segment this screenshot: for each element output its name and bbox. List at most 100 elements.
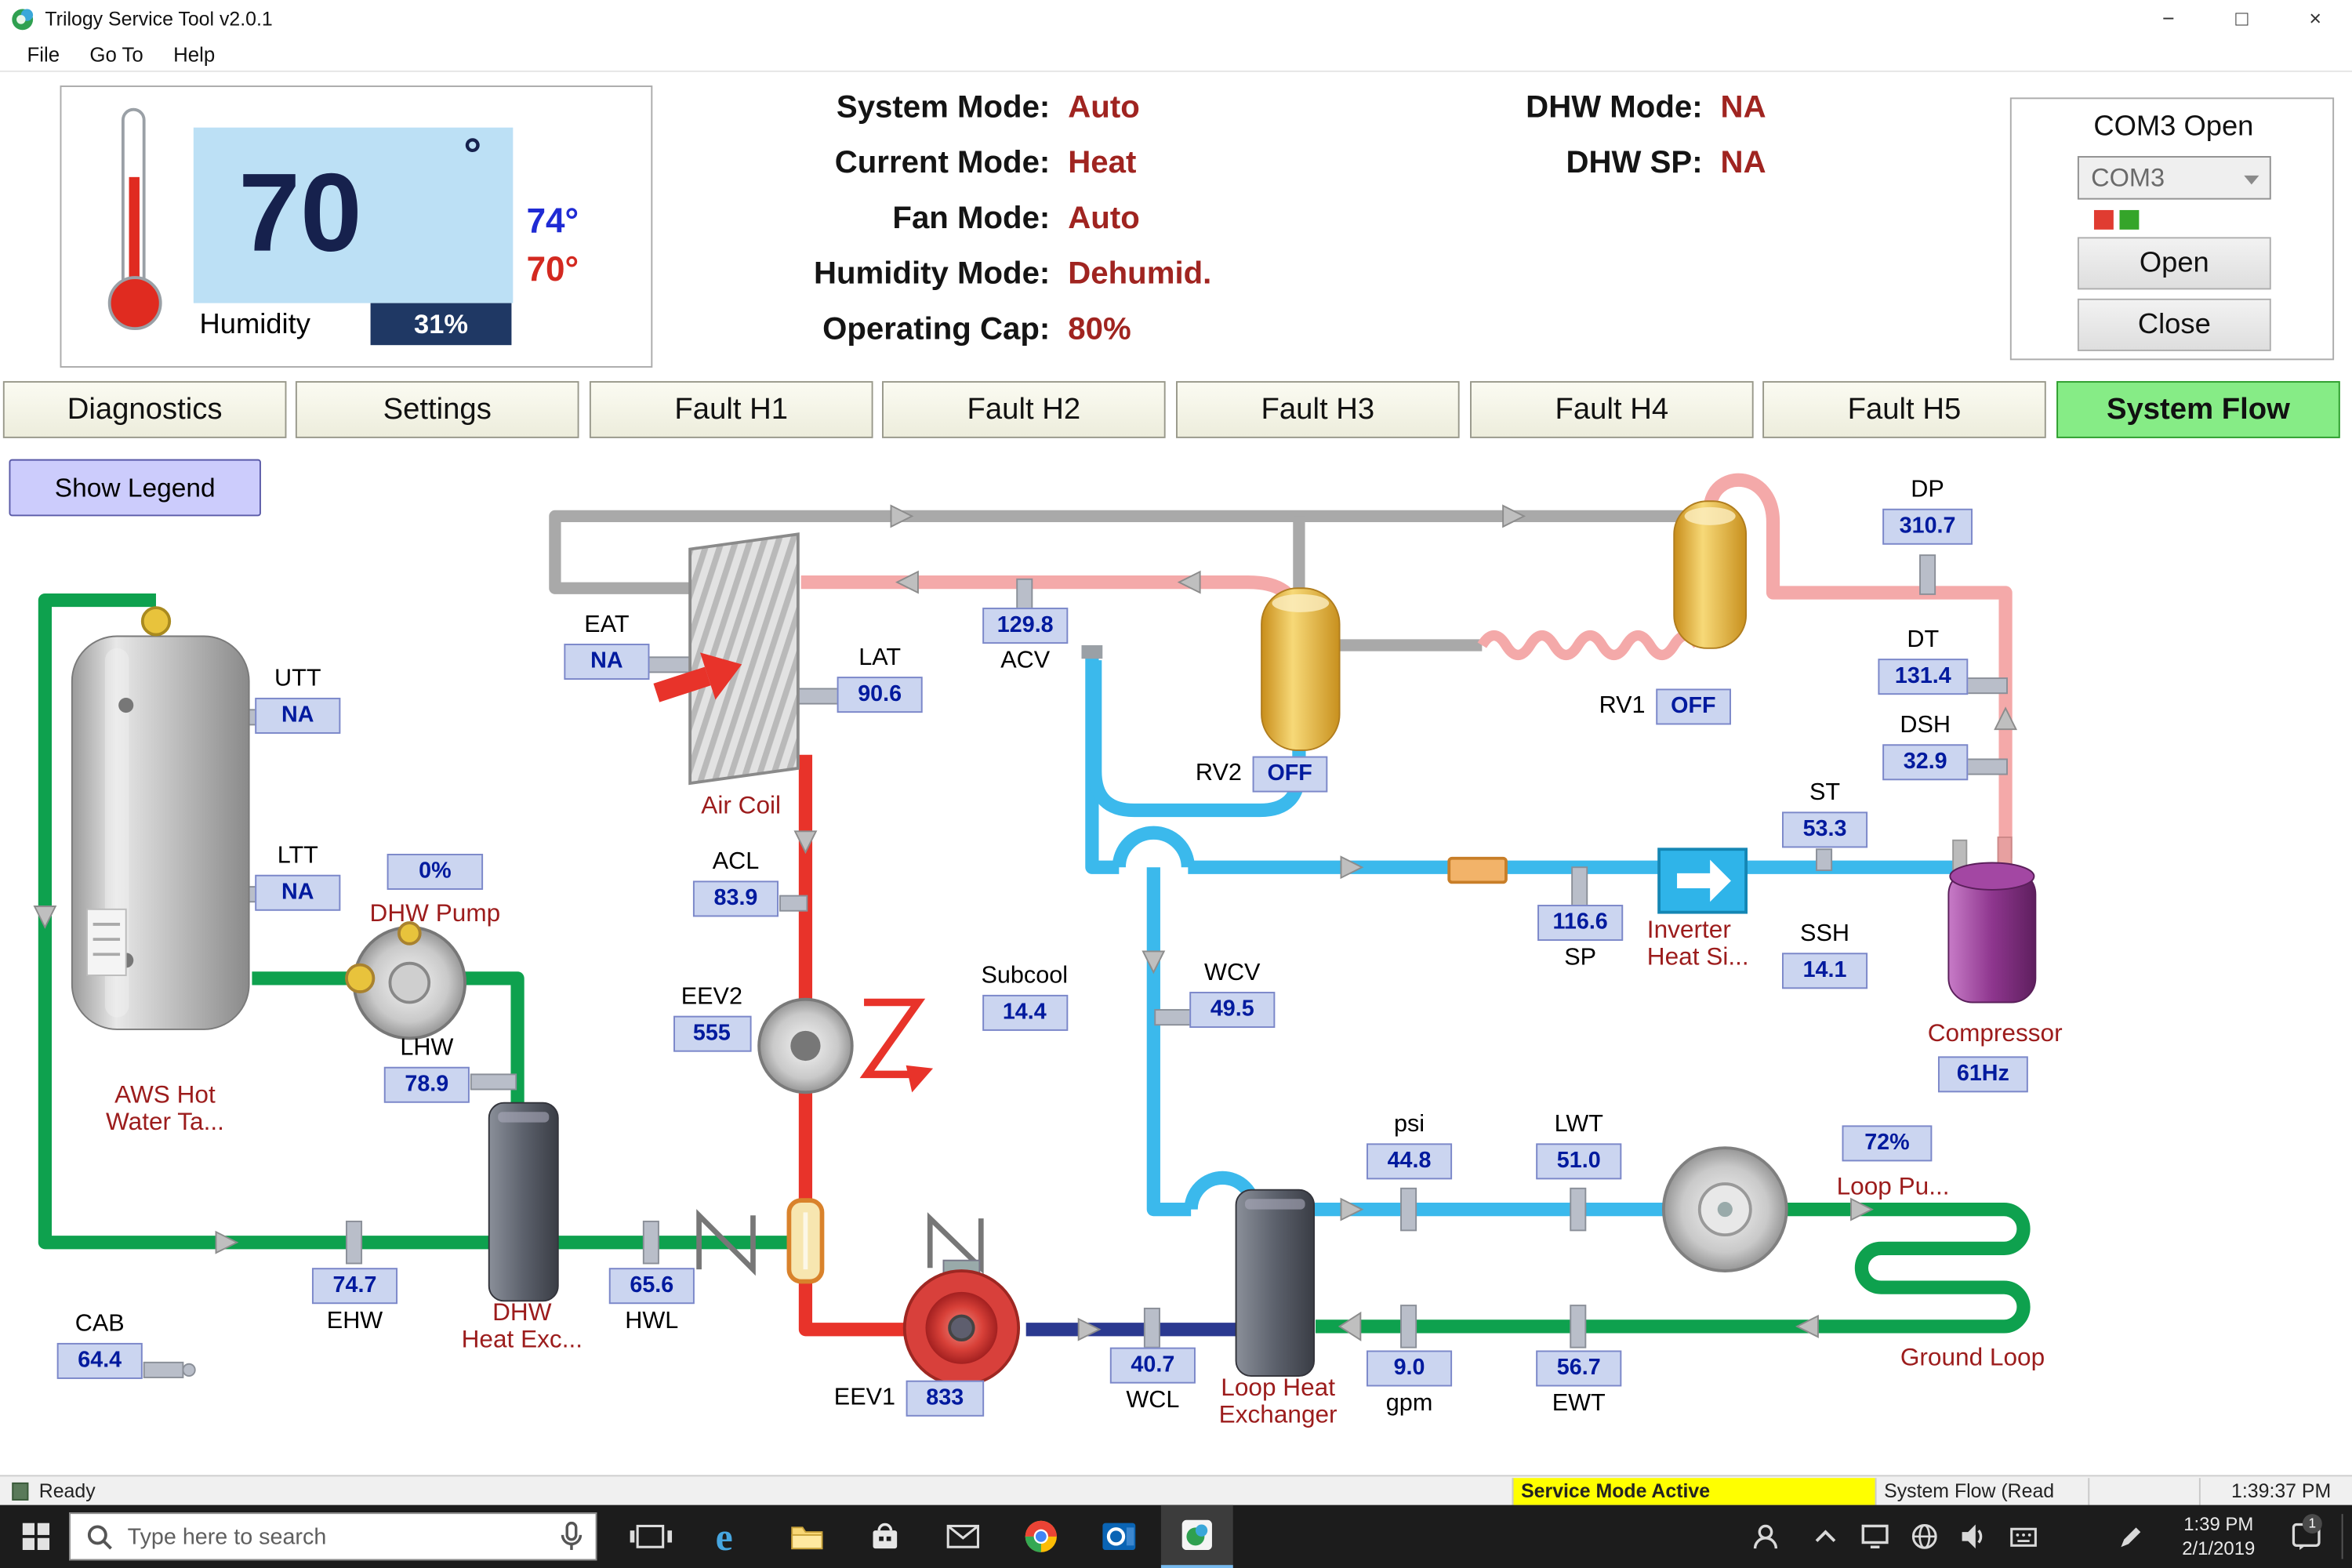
tank-graphic (72, 608, 249, 1029)
ground-loop-caption: Ground Loop (1884, 1345, 2061, 1371)
close-icon[interactable]: × (2278, 0, 2352, 38)
tab-fault-h4[interactable]: Fault H4 (1470, 381, 1754, 438)
pen-icon[interactable] (2106, 1505, 2157, 1568)
volume-icon[interactable] (1948, 1505, 1999, 1568)
store-icon[interactable] (849, 1505, 921, 1568)
maximize-icon[interactable]: □ (2205, 0, 2279, 38)
inverter-caption: Inverter Heat Si... (1647, 916, 1785, 971)
current-mode-label: Current Mode: (645, 146, 1051, 182)
sensor-eev1: EEV1 833 (834, 1381, 984, 1417)
dhw-sp-label: DHW SP: (1395, 146, 1702, 182)
mode-status-block: System Mode:Auto Current Mode:Heat Fan M… (645, 90, 1212, 368)
dhw-status-block: DHW Mode: NA DHW SP: NA (1395, 90, 1766, 201)
com-status-green-led (2119, 210, 2139, 230)
current-mode-value: Heat (1068, 146, 1136, 182)
menu-file[interactable]: File (12, 37, 74, 71)
sensor-cab: CAB 64.4 (57, 1312, 143, 1379)
dhw-hx-graphic (489, 1103, 558, 1301)
display-icon[interactable] (1849, 1505, 1900, 1568)
clock-date: 2/1/2019 (2169, 1537, 2268, 1561)
eev2-graphic (759, 1000, 933, 1093)
fan-mode-value: Auto (1068, 201, 1140, 237)
pipes-gray (555, 516, 1683, 645)
temperature-display: 70 ° (194, 128, 514, 303)
mail-icon[interactable] (927, 1505, 999, 1568)
chrome-icon[interactable] (1005, 1505, 1077, 1568)
humidity-mode-label: Humidity Mode: (645, 256, 1051, 292)
inverter-graphic (1659, 849, 1746, 912)
menu-goto[interactable]: Go To (74, 37, 158, 71)
status-service-mode: Service Mode Active (1512, 1478, 1875, 1504)
menu-help[interactable]: Help (158, 37, 230, 71)
edge-icon[interactable]: e (693, 1505, 765, 1568)
compressor-graphic (1948, 837, 2035, 1003)
file-explorer-icon[interactable] (771, 1505, 843, 1568)
sensor-dp: DP 310.7 (1882, 477, 1973, 545)
taskbar-clock[interactable]: 1:39 PM 2/1/2019 (2169, 1512, 2268, 1560)
com-close-button[interactable]: Close (2078, 299, 2271, 351)
tab-fault-h2[interactable]: Fault H2 (882, 381, 1166, 438)
sensor-hwl: HWL 65.6 (609, 1268, 695, 1335)
dhw-sp-value: NA (1721, 146, 1766, 182)
tray-expand-icon[interactable] (1800, 1505, 1851, 1568)
sensor-wcl: WCL 40.7 (1110, 1348, 1196, 1415)
sensor-wcv: WCV 49.5 (1189, 960, 1275, 1028)
touch-keyboard-icon[interactable] (1998, 1505, 2049, 1568)
com-status-red-led (2094, 210, 2114, 230)
show-legend-button[interactable]: Show Legend (9, 459, 260, 517)
dhw-hx-caption: DHW Heat Exc... (441, 1299, 604, 1353)
sensor-rv1: RV1 OFF (1599, 688, 1731, 724)
tab-diagnostics[interactable]: Diagnostics (3, 381, 287, 438)
sensor-subcool: Subcool 14.4 (972, 964, 1077, 1031)
trilogy-app-icon[interactable] (1161, 1505, 1233, 1568)
search-input[interactable] (69, 1512, 597, 1560)
task-view-icon[interactable] (615, 1505, 687, 1568)
com-port-value: COM3 (2091, 164, 2165, 192)
eev1-graphic (905, 1261, 1018, 1385)
loop-hx-caption: Loop Heat Exchanger (1200, 1374, 1356, 1428)
system-mode-value: Auto (1068, 90, 1140, 126)
start-button[interactable] (0, 1505, 72, 1568)
muffler-rv2-graphic (1261, 588, 1339, 750)
com-open-button[interactable]: Open (2078, 237, 2271, 289)
show-desktop-button[interactable] (2342, 1514, 2343, 1559)
com-port-select[interactable]: COM3 (2078, 156, 2271, 200)
tab-system-flow[interactable]: System Flow (2056, 381, 2340, 438)
current-temperature: 70 (238, 131, 361, 296)
sight-glass-graphic (789, 1200, 822, 1281)
sensor-rv2: RV2 OFF (1196, 757, 1327, 793)
tab-fault-h5[interactable]: Fault H5 (1762, 381, 2046, 438)
microphone-icon[interactable] (558, 1522, 585, 1553)
dhw-mode-label: DHW Mode: (1395, 90, 1702, 126)
menu-bar: File Go To Help (0, 38, 2352, 72)
tank-caption: AWS Hot Water Ta... (75, 1082, 256, 1136)
sensor-dt: DT 131.4 (1878, 627, 1968, 695)
status-spacer (2088, 1478, 2199, 1504)
dhw-pump-caption: DHW Pump (354, 900, 517, 927)
status-time: 1:39:37 PM (2199, 1478, 2343, 1504)
chevron-down-icon (2244, 176, 2259, 184)
network-icon[interactable] (1899, 1505, 1950, 1568)
degree-symbol: ° (463, 131, 481, 182)
humidity-label: Humidity (199, 309, 310, 342)
outlook-icon[interactable] (1083, 1505, 1155, 1568)
tab-settings[interactable]: Settings (296, 381, 579, 438)
minimize-icon[interactable]: − (2132, 0, 2205, 38)
sensor-gpm: gpm 9.0 (1367, 1351, 1452, 1418)
dhw-pump-graphic (347, 923, 465, 1038)
tab-fault-h3[interactable]: Fault H3 (1176, 381, 1460, 438)
sensor-ssh: SSH 14.1 (1782, 921, 1867, 989)
airflow-arrow-icon (649, 641, 750, 717)
people-icon[interactable] (1740, 1505, 1791, 1568)
window-title: Trilogy Service Tool v2.0.1 (45, 0, 272, 38)
sensor-lwt: LWT 51.0 (1536, 1112, 1621, 1179)
sensor-ltt: LTT NA (255, 844, 340, 911)
dhw-mode-value: NA (1721, 90, 1766, 126)
sensor-ewt: EWT 56.7 (1536, 1351, 1621, 1418)
loop-hx-graphic (1236, 1190, 1314, 1376)
action-center-icon[interactable]: 1 (2283, 1505, 2334, 1568)
sensor-ehw: EHW 74.7 (312, 1268, 397, 1335)
thermostat-panel: 70 ° 74° 70° Humidity 31% (60, 85, 653, 368)
taskbar: e (0, 1505, 2352, 1568)
tab-fault-h1[interactable]: Fault H1 (590, 381, 873, 438)
